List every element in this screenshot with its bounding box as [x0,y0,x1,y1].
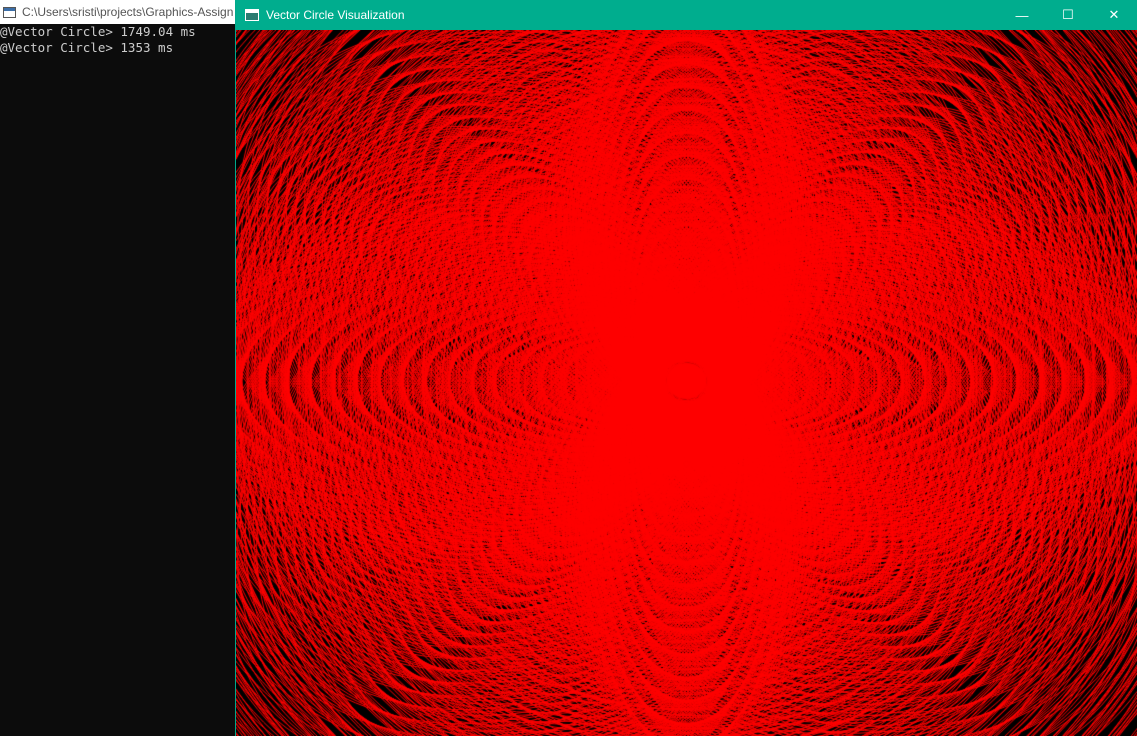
console-window: C:\Users\sristi\projects\Graphics-Assign… [0,0,260,736]
window-app-icon [245,9,259,21]
console-titlebar[interactable]: C:\Users\sristi\projects\Graphics-Assign [0,0,260,24]
console-line: @Vector Circle> 1749.04 ms [0,24,196,39]
maximize-icon: ☐ [1062,7,1074,22]
console-line: @Vector Circle> 1353 ms [0,40,174,55]
console-output: @Vector Circle> 1749.04 ms @Vector Circl… [0,24,236,56]
window-controls: — ☐ ✕ [999,0,1137,30]
circle-pattern-canvas [236,30,1137,736]
minimize-icon: — [1015,7,1029,23]
visualization-window: Vector Circle Visualization — ☐ ✕ [235,0,1137,736]
maximize-button[interactable]: ☐ [1045,0,1091,30]
console-app-icon [3,6,16,18]
visualization-titlebar[interactable]: Vector Circle Visualization — ☐ ✕ [236,0,1137,30]
close-icon: ✕ [1108,7,1120,22]
console-title: C:\Users\sristi\projects\Graphics-Assign [22,5,234,19]
window-title: Vector Circle Visualization [266,8,405,22]
visualization-canvas-area [236,30,1137,736]
close-button[interactable]: ✕ [1091,0,1137,30]
minimize-button[interactable]: — [999,0,1045,30]
